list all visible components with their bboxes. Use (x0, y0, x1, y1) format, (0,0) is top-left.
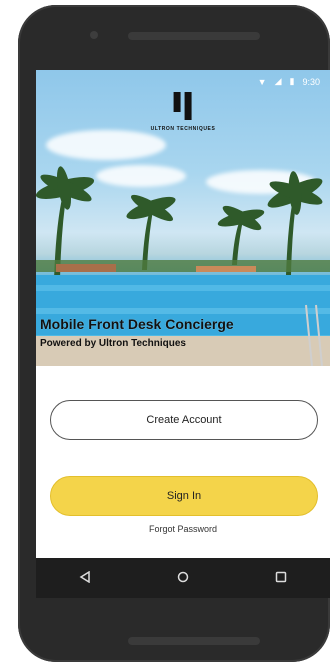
status-bar: ▼ ◢ ▮ 9:30 (258, 76, 320, 87)
battery-icon: ▮ (289, 76, 295, 86)
forgot-password-link[interactable]: Forgot Password (36, 524, 330, 534)
bottom-speaker (128, 637, 260, 645)
home-circle-icon[interactable] (163, 558, 203, 598)
brand-logo: ULTRON TECHNIQUES (151, 92, 216, 132)
android-nav-bar (36, 558, 330, 598)
top-speaker (128, 32, 260, 40)
status-time: 9:30 (302, 76, 320, 87)
hero-banner: ▼ ◢ ▮ 9:30 ULTRON TECHNIQUES Mobile Fron… (36, 70, 330, 366)
brand-name: ULTRON TECHNIQUES (150, 126, 216, 132)
wifi-icon: ▼ (257, 76, 267, 87)
back-triangle-icon[interactable] (65, 558, 105, 598)
sign-in-button[interactable]: Sign In (50, 476, 318, 516)
hero-subtitle: Powered by Ultron Techniques (40, 338, 186, 349)
recents-square-icon[interactable] (261, 558, 301, 598)
hero-title: Mobile Front Desk Concierge (40, 316, 234, 332)
logo-mark-icon (151, 92, 216, 120)
app-screen: ▼ ◢ ▮ 9:30 ULTRON TECHNIQUES Mobile Fron… (36, 70, 330, 598)
signal-icon: ◢ (274, 76, 282, 86)
front-camera (90, 31, 98, 39)
create-account-button[interactable]: Create Account (50, 400, 318, 440)
